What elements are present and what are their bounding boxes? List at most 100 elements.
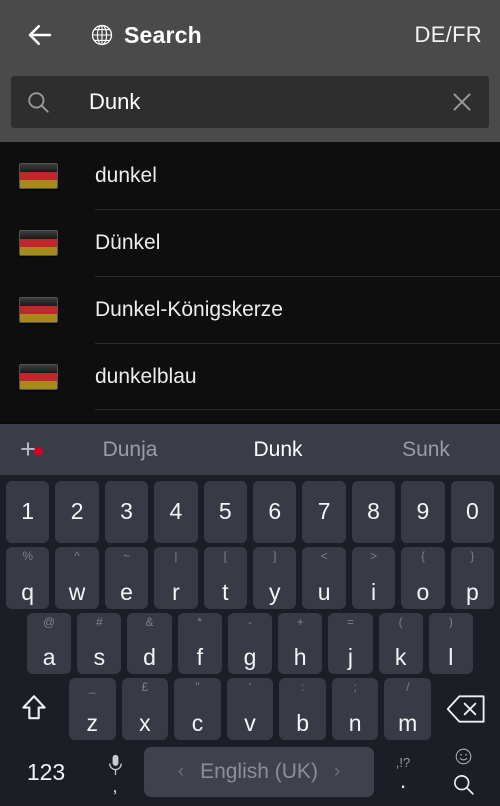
key-sub-label: } (451, 549, 494, 563)
key-5[interactable]: 5 (204, 481, 247, 543)
page-title-group: Search (90, 22, 202, 49)
back-button[interactable] (18, 13, 62, 57)
key-u[interactable]: <u (302, 547, 345, 609)
key-sub-label: ^ (55, 549, 98, 563)
key-2[interactable]: 2 (55, 481, 98, 543)
key-1[interactable]: 1 (6, 481, 49, 543)
key-y[interactable]: ]y (253, 547, 296, 609)
search-bar[interactable]: Dunk (11, 76, 489, 128)
search-icon (25, 89, 51, 115)
app-bar: Search DE/FR (0, 0, 500, 70)
keyboard-row-numbers: 123456 7890 (2, 479, 498, 545)
backspace-key[interactable] (434, 678, 498, 740)
chevron-left-icon[interactable]: ‹ (178, 761, 184, 783)
key-sub-label: ~ (105, 549, 148, 563)
globe-icon (90, 23, 114, 47)
key-label: w (69, 581, 86, 604)
comma-label: , (113, 784, 118, 790)
key-c[interactable]: "c (174, 678, 221, 740)
key-label: x (139, 712, 151, 735)
key-w[interactable]: ^w (55, 547, 98, 609)
key-label: k (395, 646, 407, 669)
key-label: u (318, 581, 331, 604)
key-g[interactable]: -g (228, 613, 272, 675)
key-label: n (349, 712, 362, 735)
key-q[interactable]: %q (6, 547, 49, 609)
result-label: dunkelblau (95, 365, 197, 389)
de-flag-icon (19, 364, 58, 390)
key-3[interactable]: 3 (105, 481, 148, 543)
key-m[interactable]: /m (384, 678, 431, 740)
key-4[interactable]: 4 (154, 481, 197, 543)
suggestion-item[interactable]: Dunja (56, 438, 204, 462)
result-row[interactable]: dunkelblau (0, 343, 500, 410)
chevron-right-icon[interactable]: › (334, 761, 340, 783)
search-icon[interactable] (451, 772, 476, 797)
key-sub-label: & (127, 615, 171, 629)
emoji-and-enter-key[interactable] (432, 748, 494, 797)
key-sub-label: # (77, 615, 121, 629)
result-row[interactable]: dunkel (0, 142, 500, 209)
key-b[interactable]: :b (279, 678, 326, 740)
page-title: Search (124, 22, 202, 49)
search-input[interactable]: Dunk (89, 89, 449, 115)
emoji-icon[interactable] (455, 748, 472, 765)
shift-key[interactable] (2, 678, 66, 740)
key-label: 7 (318, 500, 331, 523)
key-k[interactable]: (k (379, 613, 423, 675)
key-r[interactable]: |r (154, 547, 197, 609)
add-suggestion-button[interactable]: + (0, 436, 56, 463)
suggestion-item[interactable]: Dunk (204, 438, 352, 462)
close-icon[interactable] (449, 89, 475, 115)
key-n[interactable]: ;n (332, 678, 379, 740)
key-6[interactable]: 6 (253, 481, 296, 543)
key-t[interactable]: [t (204, 547, 247, 609)
arrow-left-icon (25, 20, 55, 50)
key-label: j (348, 646, 353, 669)
key-o[interactable]: {o (401, 547, 444, 609)
key-8[interactable]: 8 (352, 481, 395, 543)
language-toggle[interactable]: DE/FR (415, 22, 483, 48)
result-row[interactable]: Dunkel-Königskerze (0, 276, 500, 343)
key-sub-label: > (352, 549, 395, 563)
key-sub-label: : (279, 680, 326, 694)
key-sub-label: _ (69, 680, 116, 694)
period-label: . (400, 775, 406, 787)
key-0[interactable]: 0 (451, 481, 494, 543)
key-x[interactable]: £x (122, 678, 169, 740)
period-key[interactable]: ,!? . (374, 757, 432, 787)
key-i[interactable]: >i (352, 547, 395, 609)
key-label: g (244, 646, 257, 669)
key-h[interactable]: +h (278, 613, 322, 675)
key-l[interactable]: )l (429, 613, 473, 675)
key-sub-label: = (328, 615, 372, 629)
key-sub-label: @ (27, 615, 71, 629)
key-v[interactable]: 'v (227, 678, 274, 740)
key-sub-label: ( (379, 615, 423, 629)
key-label: 6 (268, 500, 281, 523)
key-7[interactable]: 7 (302, 481, 345, 543)
key-p[interactable]: }p (451, 547, 494, 609)
keyboard-row-qwerty: %q^w~e|r[t]y<u>i{o}p (2, 545, 498, 611)
key-z[interactable]: _z (69, 678, 116, 740)
shift-icon (17, 692, 51, 726)
result-label: dunkel (95, 164, 157, 188)
keyboard-row-asdf: @a#s&d*f-g+h=j(k)l (2, 611, 498, 677)
key-label: f (197, 646, 203, 669)
de-flag-icon (19, 230, 58, 256)
keyboard-row-bottom: 123 , ‹ English (UK) › ,!? . (2, 742, 498, 804)
result-row[interactable]: Dünkel (0, 209, 500, 276)
space-key[interactable]: ‹ English (UK) › (144, 747, 374, 797)
keyboard-letters-zxcv: _z£x"c'v:b;n/m (66, 678, 434, 740)
key-sub-label: / (384, 680, 431, 694)
key-j[interactable]: =j (328, 613, 372, 675)
key-e[interactable]: ~e (105, 547, 148, 609)
mic-comma-key[interactable]: , (86, 754, 144, 790)
key-d[interactable]: &d (127, 613, 171, 675)
suggestion-item[interactable]: Sunk (352, 438, 500, 462)
numeric-mode-key[interactable]: 123 (6, 759, 86, 786)
key-s[interactable]: #s (77, 613, 121, 675)
key-a[interactable]: @a (27, 613, 71, 675)
key-f[interactable]: *f (178, 613, 222, 675)
key-9[interactable]: 9 (401, 481, 444, 543)
